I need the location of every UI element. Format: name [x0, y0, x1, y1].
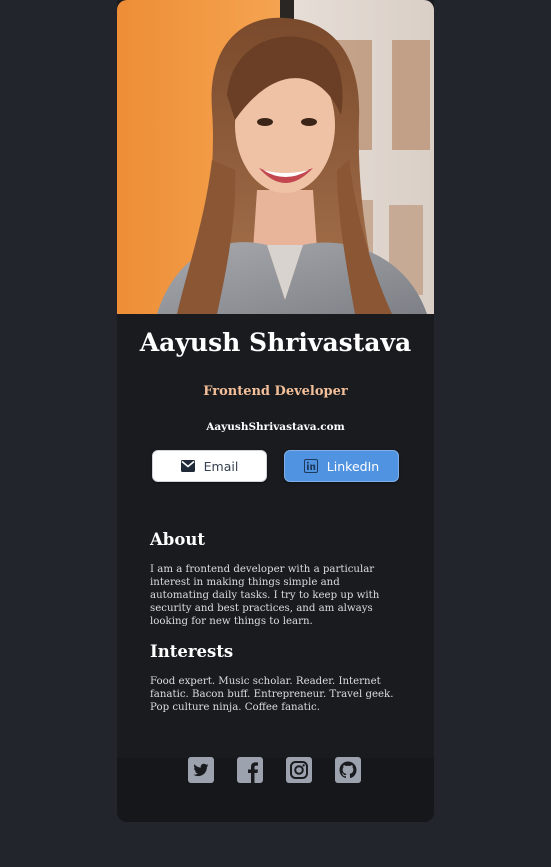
email-button[interactable]: Email — [152, 450, 267, 482]
github-icon[interactable] — [335, 757, 361, 783]
envelope-icon — [180, 460, 195, 472]
profile-name: Aayush Shrivastava — [139, 328, 412, 357]
email-button-label: Email — [203, 458, 239, 474]
profile-photo — [117, 0, 434, 314]
about-heading: About — [150, 530, 205, 549]
linkedin-icon — [303, 459, 318, 473]
facebook-icon[interactable] — [237, 757, 263, 783]
instagram-icon[interactable] — [286, 757, 312, 783]
about-text: I am a frontend developer with a particu… — [150, 564, 380, 627]
interests-text: Food expert. Music scholar. Reader. Inte… — [150, 676, 394, 713]
interests-heading: Interests — [150, 642, 234, 661]
social-footer — [117, 758, 434, 822]
profile-website[interactable]: AayushShrivastava.com — [117, 421, 434, 433]
profile-role: Frontend Developer — [203, 384, 348, 399]
linkedin-button-label: LinkedIn — [326, 458, 380, 474]
linkedin-button[interactable]: LinkedIn — [284, 450, 399, 482]
profile-card: Aayush Shrivastava Frontend Developer Aa… — [117, 0, 434, 822]
twitter-icon[interactable] — [188, 757, 214, 783]
